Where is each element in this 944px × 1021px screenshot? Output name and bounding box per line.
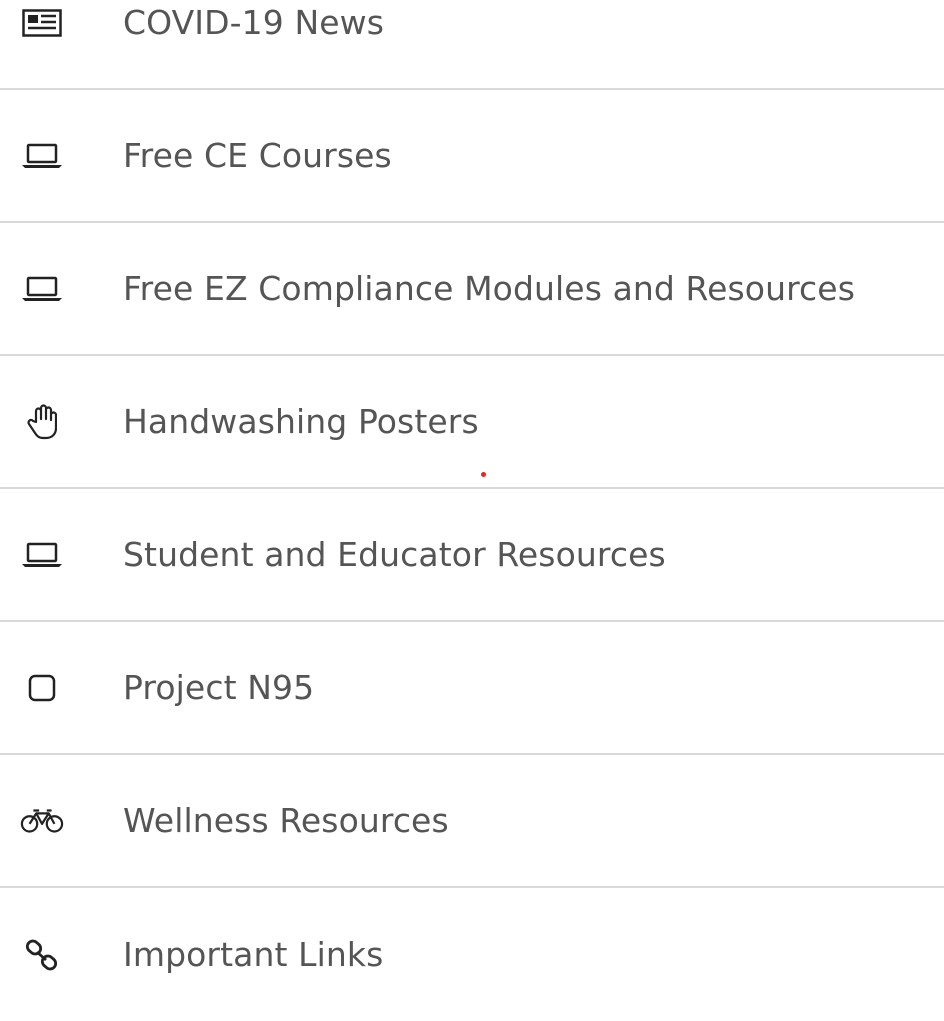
menu-item-wellness[interactable]: Wellness Resources <box>0 755 944 888</box>
link-icon <box>20 935 64 975</box>
menu-item-student-educator[interactable]: Student and Educator Resources <box>0 489 944 622</box>
hand-icon <box>20 402 64 442</box>
menu-item-project-n95[interactable]: Project N95 <box>0 622 944 755</box>
menu-item-label: COVID-19 News <box>123 3 385 42</box>
laptop-icon <box>20 136 64 176</box>
menu-item-label: Student and Educator Resources <box>123 535 666 574</box>
menu-item-handwashing-posters[interactable]: Handwashing Posters <box>0 356 944 489</box>
menu-item-important-links[interactable]: Important Links <box>0 888 944 1021</box>
menu-item-label: Handwashing Posters <box>123 402 479 441</box>
menu-item-ez-compliance[interactable]: Free EZ Compliance Modules and Resources <box>0 223 944 356</box>
newspaper-icon <box>20 3 64 43</box>
resource-menu: COVID-19 News Free CE Courses Free EZ Co… <box>0 0 944 1021</box>
menu-item-label: Free EZ Compliance Modules and Resources <box>123 269 855 308</box>
cursor-dot <box>481 472 486 477</box>
menu-item-covid-news[interactable]: COVID-19 News <box>0 0 944 90</box>
menu-item-free-ce-courses[interactable]: Free CE Courses <box>0 90 944 223</box>
menu-item-label: Important Links <box>123 935 384 974</box>
square-icon <box>20 668 64 708</box>
laptop-icon <box>20 535 64 575</box>
menu-item-label: Wellness Resources <box>123 801 449 840</box>
laptop-icon <box>20 269 64 309</box>
menu-item-label: Project N95 <box>123 668 315 707</box>
bicycle-icon <box>20 801 64 841</box>
menu-item-label: Free CE Courses <box>123 136 392 175</box>
